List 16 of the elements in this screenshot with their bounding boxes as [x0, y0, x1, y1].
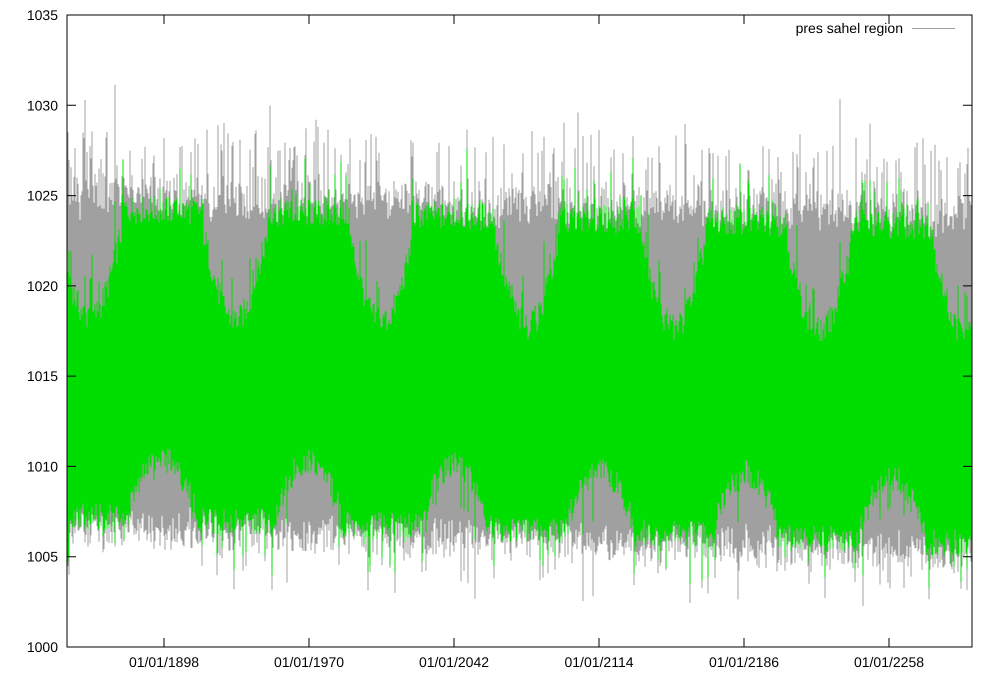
x-tick-label: 01/01/1898 [128, 654, 200, 670]
y-tick-label: 1015 [26, 368, 58, 384]
x-tick-label: 01/01/2258 [854, 654, 924, 670]
x-tick-label: 01/01/2114 [564, 654, 634, 670]
y-tick-label: 1030 [26, 97, 58, 114]
legend-label: pres sahel region [796, 20, 903, 36]
y-tick-label: 1025 [26, 188, 58, 204]
y-tick-label: 1020 [26, 278, 58, 294]
legend-line [912, 28, 956, 29]
y-tick-label: 1000 [26, 639, 58, 655]
y-tick-label: 1010 [26, 458, 58, 474]
x-tick-label: 01/01/2042 [418, 654, 490, 670]
x-tick-label: 01/01/1970 [274, 654, 344, 670]
y-tick-label: 1035 [26, 7, 58, 23]
x-tick-label: 01/01/2186 [708, 654, 780, 670]
y-tick-label: 1005 [26, 548, 58, 565]
